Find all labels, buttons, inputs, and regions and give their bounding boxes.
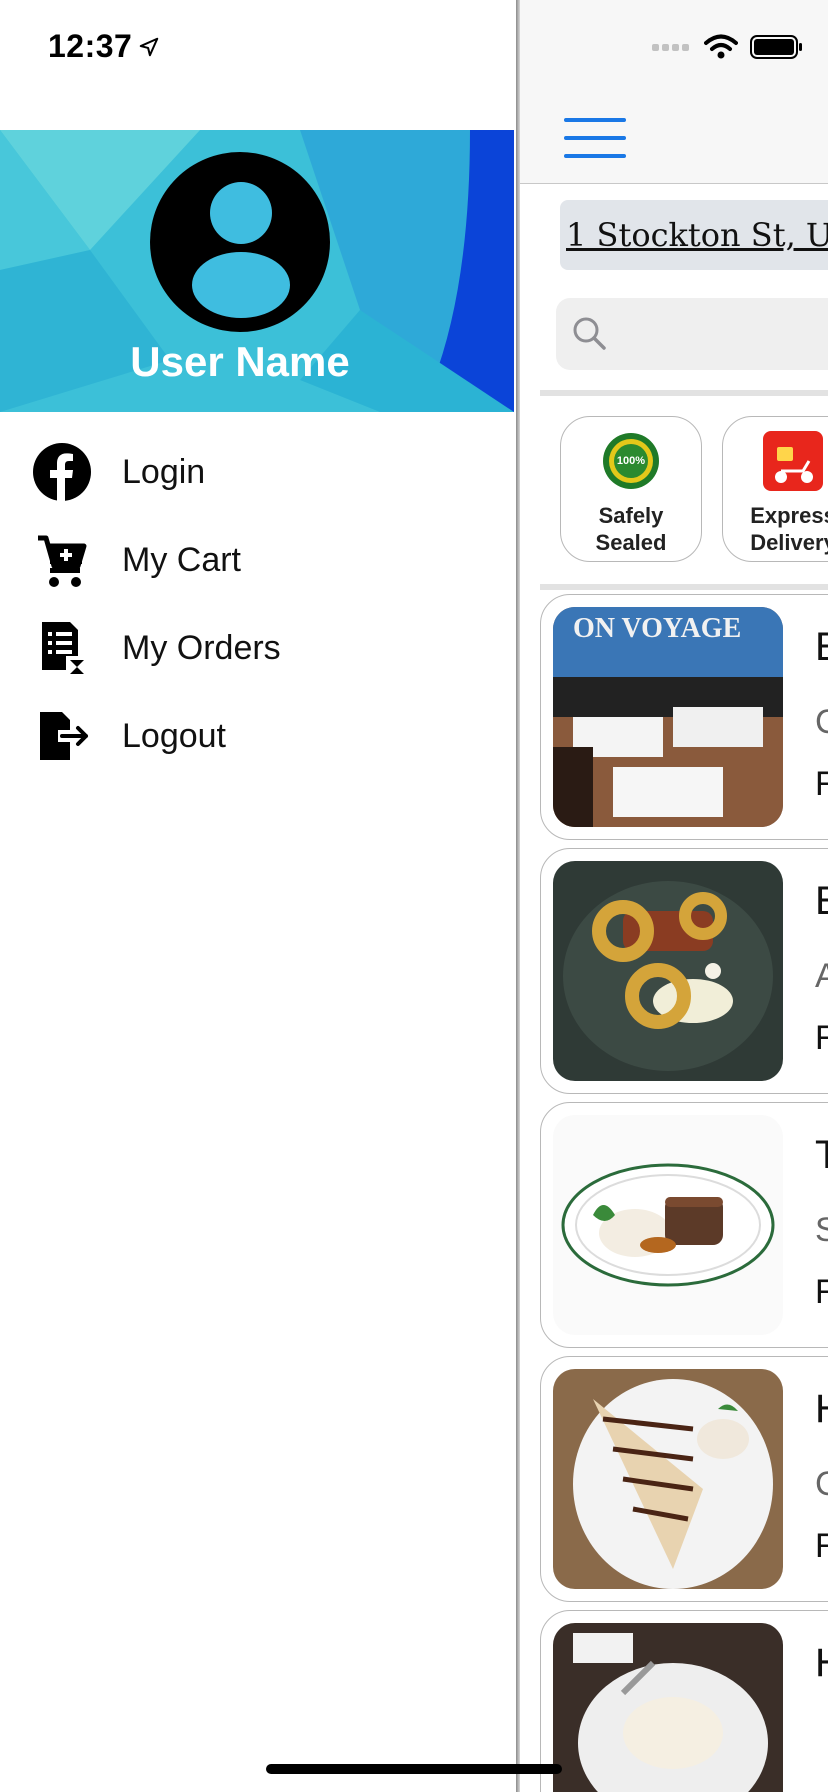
orders-icon	[30, 616, 94, 680]
menu-hamburger-icon[interactable]	[564, 118, 626, 158]
restaurant-cuisine: C	[815, 1465, 828, 1504]
crepe-dessert-photo	[553, 1369, 783, 1589]
restaurant-card[interactable]: T S R	[540, 1102, 828, 1348]
svg-text:100%: 100%	[617, 455, 645, 467]
battery-icon	[750, 35, 802, 59]
side-drawer: 12:37 User Name Login My Cart My Orders …	[0, 0, 520, 1792]
restaurant-cuisine: A	[815, 957, 828, 996]
status-bar-time: 12:37	[48, 28, 160, 65]
drawer-menu: Login My Cart My Orders Logout	[0, 428, 514, 780]
restaurant-interior-photo: ON VOYAGE	[553, 607, 783, 827]
menu-item-my-orders[interactable]: My Orders	[0, 604, 514, 692]
menu-item-logout[interactable]: Logout	[0, 692, 514, 780]
restaurant-rating: R	[815, 1273, 828, 1312]
address-text: 1 Stockton St, U	[566, 216, 828, 254]
restaurant-card[interactable]: E A R	[540, 848, 828, 1094]
restaurant-cuisine: S	[815, 1211, 828, 1250]
feature-label: Express Delivery	[750, 503, 828, 555]
logout-icon	[30, 704, 94, 768]
drawer-shadow-divider	[516, 0, 520, 1792]
navigation-bar	[518, 0, 828, 184]
restaurant-rating: R	[815, 765, 828, 804]
steak-plate-photo	[553, 1115, 783, 1335]
menu-label: My Cart	[122, 540, 241, 579]
section-separator	[540, 390, 828, 396]
main-screen: 1 Stockton St, U 100% Safely Sealed Expr…	[518, 0, 828, 1792]
restaurant-name: E	[815, 625, 828, 670]
search-input[interactable]	[556, 298, 828, 370]
cart-icon	[30, 528, 94, 592]
search-icon	[573, 317, 606, 350]
restaurant-rating: R	[815, 1527, 828, 1566]
restaurant-rating: R	[815, 1019, 828, 1058]
facebook-icon	[30, 440, 94, 504]
drawer-header: User Name	[0, 130, 514, 412]
feature-safely-sealed[interactable]: 100% Safely Sealed	[560, 416, 702, 562]
feature-express-delivery[interactable]: Express Delivery	[722, 416, 828, 562]
cellular-signal-icon	[652, 44, 689, 51]
seafood-dish-photo	[553, 861, 783, 1081]
restaurant-card[interactable]: H	[540, 1610, 828, 1792]
avatar-body	[192, 252, 290, 318]
location-arrow-icon	[140, 37, 159, 56]
menu-item-my-cart[interactable]: My Cart	[0, 516, 514, 604]
feature-label: Safely Sealed	[595, 503, 667, 555]
section-separator	[540, 584, 828, 590]
restaurant-name: T	[815, 1133, 828, 1178]
menu-label: My Orders	[122, 628, 281, 667]
restaurant-name: H	[815, 1387, 828, 1432]
menu-item-login[interactable]: Login	[0, 428, 514, 516]
menu-label: Login	[122, 452, 206, 491]
restaurant-name: H	[815, 1641, 828, 1686]
avatar-head	[210, 182, 272, 244]
time-text: 12:37	[48, 28, 133, 64]
menu-label: Logout	[122, 716, 226, 755]
wifi-icon	[704, 34, 738, 59]
home-indicator[interactable]	[266, 1764, 562, 1774]
restaurant-cuisine: C	[815, 703, 828, 742]
restaurant-card[interactable]: ON VOYAGE E C R	[540, 594, 828, 840]
svg-text:ON VOYAGE: ON VOYAGE	[573, 613, 741, 644]
user-name: User Name	[130, 338, 350, 385]
delivery-scooter-icon	[763, 431, 823, 491]
sealed-badge-icon: 100%	[603, 433, 659, 489]
delivery-address-field[interactable]: 1 Stockton St, U	[560, 200, 828, 270]
restaurant-card[interactable]: H C R	[540, 1356, 828, 1602]
dessert-photo	[553, 1623, 783, 1792]
avatar[interactable]	[150, 152, 330, 332]
status-bar-indicators	[652, 34, 804, 60]
restaurant-name: E	[815, 879, 828, 924]
